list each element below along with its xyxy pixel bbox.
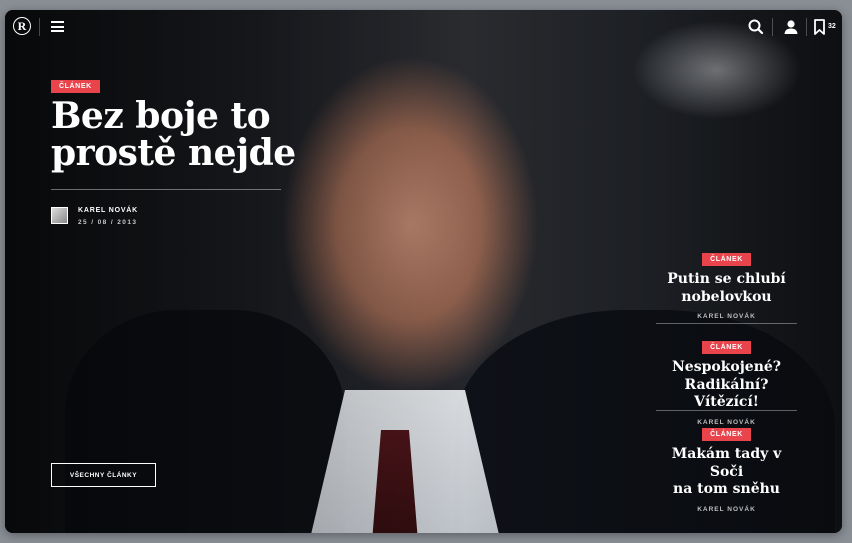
side-article[interactable]: ČLÁNEK Makám tady v Soči na tom sněhu KA… bbox=[656, 423, 797, 513]
side-article-author: KAREL NOVÁK bbox=[697, 505, 756, 513]
main-article-title[interactable]: Bez boje to prostě nejde bbox=[51, 97, 301, 173]
all-articles-button[interactable]: VŠECHNY ČLÁNKY bbox=[51, 463, 156, 487]
menu-icon[interactable] bbox=[51, 21, 64, 32]
user-icon[interactable] bbox=[781, 17, 801, 37]
author-avatar bbox=[51, 207, 68, 224]
divider bbox=[39, 18, 40, 36]
divider bbox=[806, 18, 807, 36]
side-article-title[interactable]: Makám tady v Soči na tom sněhu bbox=[656, 446, 797, 499]
logo[interactable]: R bbox=[13, 17, 31, 35]
side-article-title[interactable]: Putin se chlubí nobelovkou bbox=[656, 271, 797, 306]
divider bbox=[656, 323, 797, 324]
divider bbox=[51, 189, 281, 190]
logo-text: R bbox=[17, 18, 27, 33]
top-bar: R 32 bbox=[5, 10, 842, 46]
app-window: R 32 ČLÁNEK Bez boje to prostě nejde KAR… bbox=[5, 10, 842, 533]
article-tag[interactable]: ČLÁNEK bbox=[702, 341, 751, 354]
side-article[interactable]: ČLÁNEK Nespokojené? Radikální? Vítězící!… bbox=[656, 336, 797, 426]
bookmark-count: 32 bbox=[828, 23, 836, 30]
publish-date: 25 / 08 / 2013 bbox=[78, 219, 138, 226]
bookmark-icon[interactable] bbox=[810, 17, 830, 37]
author-name[interactable]: KAREL NOVÁK bbox=[78, 207, 138, 214]
article-tag[interactable]: ČLÁNEK bbox=[702, 253, 751, 266]
side-article[interactable]: ČLÁNEK Putin se chlubí nobelovkou KAREL … bbox=[656, 248, 797, 320]
article-tag[interactable]: ČLÁNEK bbox=[51, 80, 100, 93]
divider bbox=[656, 410, 797, 411]
side-article-title[interactable]: Nespokojené? Radikální? Vítězící! bbox=[656, 359, 797, 412]
search-icon[interactable] bbox=[746, 17, 766, 37]
side-article-author: KAREL NOVÁK bbox=[697, 313, 756, 320]
article-tag[interactable]: ČLÁNEK bbox=[702, 428, 751, 441]
divider bbox=[772, 18, 773, 36]
